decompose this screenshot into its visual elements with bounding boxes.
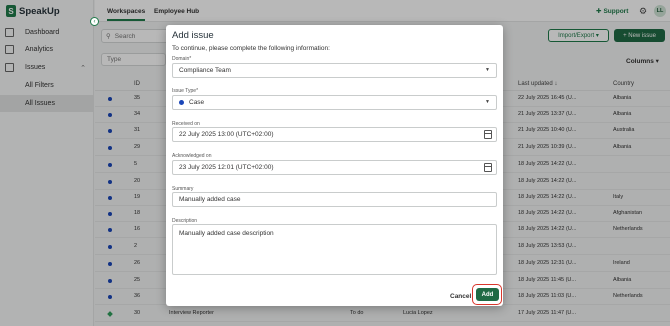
acknowledged-on-label: Acknowledged on [172,153,212,159]
collapse-sidebar-icon[interactable]: ‹ [90,17,99,26]
summary-value: Manually added case [179,196,241,203]
issue-type-select[interactable]: Case ▼ [172,95,497,110]
add-button[interactable]: Add [476,288,499,301]
calendar-icon[interactable] [484,130,492,139]
dialog-intro: To continue, please complete the followi… [172,45,330,52]
domain-select[interactable]: Compliance Team ▼ [172,63,497,78]
calendar-icon[interactable] [484,163,492,172]
dialog-title: Add issue [172,30,214,41]
received-on-value: 22 July 2025 13:00 (UTC+02:00) [179,131,274,138]
received-on-field[interactable]: 22 July 2025 13:00 (UTC+02:00) [172,127,497,142]
chevron-down-icon: ▼ [485,99,490,105]
cancel-button[interactable]: Cancel [450,293,471,300]
issue-type-label: Issue Type* [172,88,199,94]
summary-field[interactable]: Manually added case [172,192,497,207]
domain-label: Domain* [172,56,192,62]
acknowledged-on-field[interactable]: 23 July 2025 12:01 (UTC+02:00) [172,160,497,175]
acknowledged-on-value: 23 July 2025 12:01 (UTC+02:00) [179,164,274,171]
add-issue-dialog: Add issue To continue, please complete t… [166,25,503,306]
chevron-down-icon: ▼ [485,67,490,73]
case-type-icon [179,100,184,105]
domain-value: Compliance Team [179,67,231,74]
issue-type-value: Case [189,99,205,106]
description-field[interactable]: Manually added case description [172,224,497,275]
